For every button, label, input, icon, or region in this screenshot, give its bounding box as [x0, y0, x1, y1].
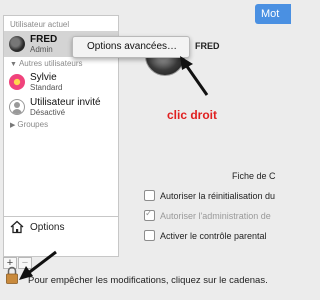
- checkbox[interactable]: [144, 190, 155, 201]
- context-menu: Options avancées…: [72, 36, 190, 58]
- fred-avatar: [9, 36, 25, 52]
- user-name: FRED: [30, 34, 58, 45]
- user-role: Admin: [30, 45, 53, 54]
- user-name: Utilisateur invité: [30, 97, 101, 108]
- menu-item-advanced-options[interactable]: Options avancées…: [87, 41, 177, 52]
- checkbox[interactable]: [144, 208, 155, 221]
- tab-mot[interactable]: Mot: [255, 4, 291, 24]
- parental-controls-checkbox[interactable]: Activer le contrôle parental: [144, 230, 267, 241]
- sylvie-avatar: [9, 74, 25, 90]
- options-label: Options: [30, 222, 65, 233]
- lock-icon[interactable]: [6, 266, 18, 284]
- disclosure-triangle-icon: ▶: [10, 122, 16, 129]
- full-name: FRED: [195, 41, 220, 51]
- current-user-section-label: Utilisateur actuel: [10, 20, 70, 29]
- checkbox[interactable]: [144, 230, 155, 241]
- groups-section-label[interactable]: ▶ Groupes: [10, 120, 48, 129]
- user-role: Standard: [30, 83, 63, 92]
- user-name: Sylvie: [30, 72, 57, 83]
- user-role: Désactivé: [30, 108, 66, 117]
- annotation-clic-droit: clic droit: [167, 108, 218, 122]
- remove-user-button[interactable]: −: [18, 257, 32, 269]
- other-users-section-label[interactable]: ▼ Autres utilisateurs: [10, 59, 83, 68]
- guest-avatar: [9, 99, 25, 115]
- disclosure-triangle-icon: ▼: [10, 61, 17, 68]
- user-row-guest[interactable]: Utilisateur invité Désactivé: [4, 94, 118, 120]
- parental-card-label: Fiche de C: [232, 171, 276, 181]
- login-options-row[interactable]: Options: [4, 216, 118, 239]
- allow-admin-checkbox[interactable]: Autoriser l'administration de: [144, 208, 271, 221]
- user-row-sylvie[interactable]: Sylvie Standard: [4, 69, 118, 95]
- allow-reset-checkbox[interactable]: Autoriser la réinitialisation du: [144, 190, 275, 201]
- lock-message: Pour empêcher les modifications, cliquez…: [28, 275, 268, 286]
- house-icon: [10, 220, 24, 234]
